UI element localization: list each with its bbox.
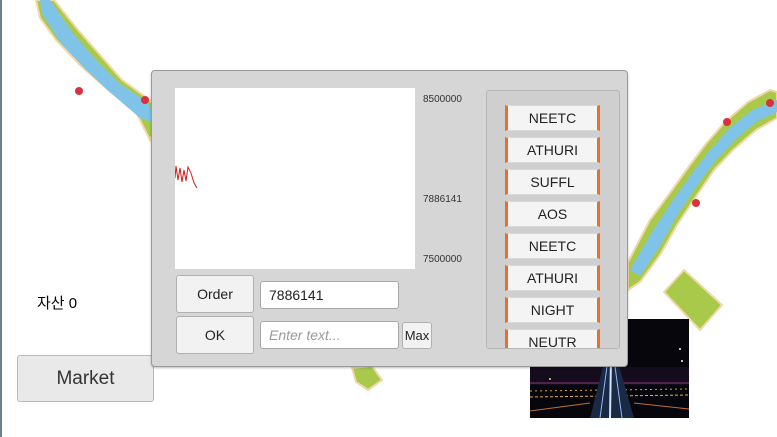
stock-item[interactable]: NEUTR — [505, 329, 600, 348]
asset-label: 자산 0 — [37, 295, 78, 312]
graph-min-label: 7500000 — [423, 254, 462, 265]
map-marker-icon[interactable] — [75, 87, 83, 95]
stock-item[interactable]: NIGHT — [505, 297, 600, 323]
price-graph-canvas — [174, 165, 198, 189]
stock-item[interactable]: ATHURI — [505, 137, 600, 163]
map-marker-icon[interactable] — [723, 118, 731, 126]
graph-current-label: 7886141 — [423, 194, 462, 205]
stock-item[interactable]: SUFFL — [505, 169, 600, 195]
price-input[interactable] — [260, 281, 399, 309]
stock-item[interactable]: AOS — [505, 201, 600, 227]
map-marker-icon[interactable] — [141, 96, 149, 104]
price-line — [174, 165, 198, 189]
left-river — [40, 0, 152, 122]
stock-item[interactable]: NEETC — [505, 233, 600, 259]
price-graph — [174, 88, 415, 269]
bottom-grass-bank — [350, 364, 384, 392]
map-marker-icon[interactable] — [692, 199, 700, 207]
order-panel: 8500000 7886141 7500000 Order OK Max NEE… — [151, 70, 628, 367]
graph-max-label: 8500000 — [423, 94, 462, 105]
order-button[interactable]: Order — [176, 275, 254, 313]
screen-edge — [0, 0, 2, 437]
ok-button[interactable]: OK — [176, 316, 254, 354]
map-marker-icon[interactable] — [766, 99, 774, 107]
max-button[interactable]: Max — [402, 322, 432, 349]
market-button[interactable]: Market — [17, 355, 154, 402]
stock-item[interactable]: ATHURI — [505, 265, 600, 291]
quantity-input[interactable] — [260, 321, 399, 349]
stock-list[interactable]: NEETC ATHURI SUFFL AOS NEETC ATHURI NIGH… — [486, 90, 620, 349]
stock-item[interactable]: NEETC — [505, 105, 600, 131]
